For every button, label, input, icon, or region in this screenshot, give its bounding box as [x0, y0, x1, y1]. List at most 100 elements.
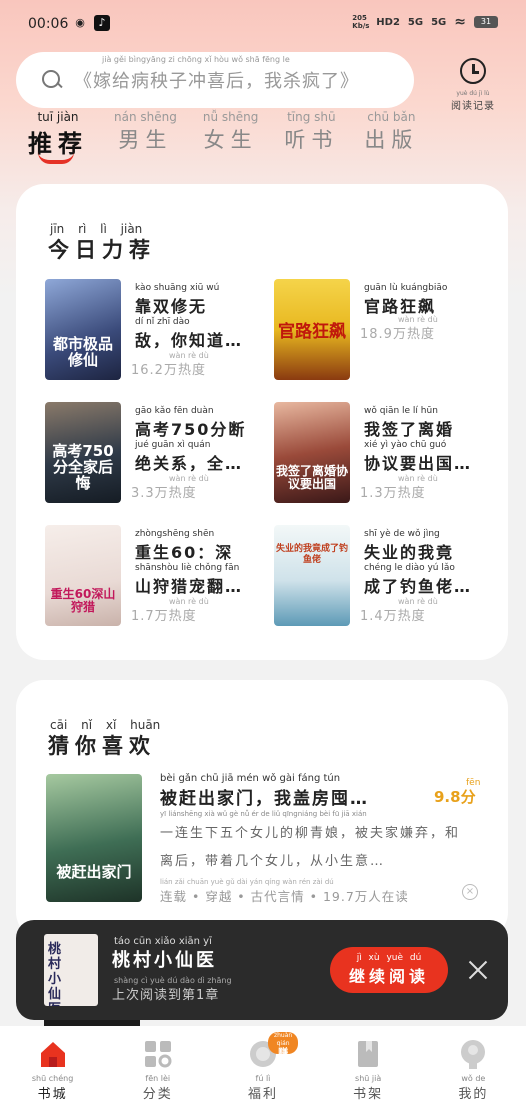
- book-title-pinyin: shānshòu liè chǒng fān: [135, 563, 240, 573]
- cover-title: 高考750分全家后悔: [52, 442, 114, 492]
- book-title: 重生60：深: [135, 543, 234, 562]
- tab-label: 女生: [203, 128, 258, 152]
- battery-icon: 31: [474, 16, 498, 28]
- book-heat: 3.3万热度: [131, 486, 197, 501]
- button-pinyin: jì xù yuè dú: [356, 953, 422, 963]
- close-icon[interactable]: [464, 956, 492, 984]
- profile-icon: [457, 1038, 489, 1070]
- cover-title: 官路狂飙: [278, 322, 346, 342]
- search-icon: [40, 68, 64, 92]
- search-placeholder: 《嫁给病秧子冲喜后，我杀疯了》: [74, 71, 359, 92]
- book-title: 失业的我竟: [364, 543, 455, 562]
- tiktok-icon: ♪: [94, 15, 110, 31]
- cover-title: 都市极品修仙: [52, 335, 113, 369]
- tab-pinyin: chū bǎn: [367, 110, 416, 124]
- book-item[interactable]: 都市极品修仙 kào shuāng xiū wú 靠双修无 dí nǐ zhī …: [45, 279, 265, 381]
- earn-money-badge[interactable]: zhuàn qián 赚钱: [267, 1032, 299, 1071]
- book-title: 山狩猎宠翻…: [135, 577, 244, 596]
- nav-pinyin: wǒ de: [461, 1074, 486, 1083]
- book-cover: 桃村小仙医: [44, 934, 98, 1006]
- book-title-pinyin: bèi gǎn chū jiā mén wǒ gài fáng tún: [160, 773, 341, 784]
- book-title-pinyin: jué guān xì quán: [135, 440, 211, 450]
- tab-pinyin: tuī jiàn: [37, 110, 79, 124]
- status-bar: 00:06 ◉ ♪ 205 Kb/s HD2 5G 5G ≈ 31: [0, 0, 526, 48]
- nav-pinyin: fēn lèi: [145, 1074, 171, 1083]
- nav-label: 我的: [458, 1087, 489, 1102]
- nav-label: 福利: [247, 1087, 278, 1102]
- book-title: 成了钓鱼佬…: [364, 577, 473, 596]
- book-item[interactable]: 高考750分全家后悔 gāo kǎo fēn duàn 高考750分断 jué …: [45, 402, 265, 504]
- nav-profile[interactable]: wǒ de 我的: [438, 1026, 508, 1107]
- book-title-pinyin: zhòngshēng shēn: [135, 529, 215, 539]
- book-item[interactable]: 我签了离婚协议要出国 wǒ qiān le lí hūn 我签了离婚 xié y…: [274, 402, 494, 504]
- book-heat: 1.3万热度: [360, 486, 426, 501]
- history-pinyin: yuè dú jì lù: [456, 90, 490, 97]
- book-title: 高考750分断: [135, 420, 247, 439]
- nav-welfare[interactable]: zhuàn qián 赚钱 fú lì 福利: [228, 1026, 299, 1107]
- book-cover: 高考750分全家后悔: [45, 402, 121, 503]
- nav-category[interactable]: fēn lèi 分类: [123, 1026, 193, 1107]
- cover-title: 失业的我竟成了钓鱼佬: [276, 544, 349, 565]
- book-title-pinyin: kào shuāng xiū wú: [135, 283, 220, 293]
- status-time: 00:06: [28, 16, 69, 32]
- continue-reading-bar[interactable]: 桃村小仙医 táo cūn xiǎo xiān yī 桃村小仙医 shàng c…: [16, 920, 508, 1020]
- cover-title: 重生60深山狩猎: [50, 587, 116, 614]
- book-title-pinyin: xié yì yào chū guó: [364, 440, 447, 450]
- nav-label: 分类: [142, 1087, 173, 1102]
- tab-publish[interactable]: chū bǎn 出版: [364, 110, 418, 159]
- house-icon: [37, 1038, 69, 1070]
- book-description-pinyin: yī liánshēng xià wǔ gè nǚ ér de liǔ qīng…: [160, 810, 367, 818]
- nav-pinyin: fú lì: [255, 1074, 271, 1083]
- book-item[interactable]: 官路狂飙 guān lù kuángbiāo 官路狂飙 wàn rè dù 18…: [274, 279, 494, 381]
- book-cover: 失业的我竟成了钓鱼佬: [274, 525, 350, 626]
- bottom-navigation: shū chéng 书城 fēn lèi 分类 zhuàn qián 赚钱 fú…: [0, 1026, 526, 1107]
- book-title-pinyin: guān lù kuángbiāo: [364, 283, 448, 293]
- book-description: 一连生下五个女儿的柳青娘，被夫家嫌弃，和离后，带着几个女儿，从小生意…: [160, 826, 461, 869]
- cover-title: 桃村小仙医: [48, 942, 62, 1006]
- signal-1: 5G: [407, 16, 424, 28]
- tab-label: 男生: [118, 128, 173, 152]
- badge-label: 赚钱: [278, 1048, 289, 1071]
- guess-you-like-card: cāi nǐ xǐ huān 猜你喜欢 被赶出家门 bèi gǎn chū ji…: [16, 680, 508, 940]
- book-cover[interactable]: 被赶出家门: [46, 774, 142, 902]
- network-speed: 205 Kb/s: [352, 14, 370, 30]
- tab-female[interactable]: nǚ shēng 女生: [203, 110, 259, 159]
- cover-title: 被赶出家门: [56, 863, 132, 881]
- continue-reading-button[interactable]: jì xù yuè dú 继续阅读: [330, 947, 448, 993]
- book-meta: 连载 • 穿越 • 古代言情 • 19.7万人在读: [160, 889, 409, 904]
- book-heat: 18.9万热度: [360, 327, 435, 342]
- book-heat: 1.4万热度: [360, 609, 426, 624]
- book-title: 官路狂飙: [364, 297, 437, 316]
- badge-pinyin: zhuàn qián: [273, 1032, 293, 1047]
- book-title-pinyin: chéng le diào yú lǎo: [364, 563, 455, 573]
- today-recommend-card: jīn rì lì jiàn 今日力荐 都市极品修仙 kào shuāng xi…: [16, 184, 508, 660]
- bookshelf-icon: [352, 1038, 384, 1070]
- tab-male[interactable]: nán shēng 男生: [114, 110, 177, 159]
- wifi-icon: ≈: [454, 14, 466, 30]
- reading-history-button[interactable]: yuè dú jì lù 阅读记录: [440, 58, 506, 112]
- history-label: 阅读记录: [451, 101, 495, 112]
- book-cover: 都市极品修仙: [45, 279, 121, 380]
- section-title: 今日力荐: [48, 238, 156, 262]
- search-placeholder-pinyin: jià gěi bìngyāng zi chōng xǐ hòu wǒ shā …: [102, 55, 290, 64]
- clock-icon: [460, 58, 486, 84]
- category-icon: [142, 1038, 174, 1070]
- category-tabs: tuī jiàn 推荐 nán shēng 男生 nǚ shēng 女生 tīn…: [28, 110, 418, 159]
- book-title: 敌，你知道…: [135, 331, 244, 350]
- search-input[interactable]: jià gěi bìngyāng zi chōng xǐ hòu wǒ shā …: [16, 52, 414, 108]
- nav-pinyin: shū chéng: [31, 1074, 74, 1083]
- nav-bookshelf[interactable]: shū jià 书架: [333, 1026, 403, 1107]
- book-item[interactable]: 失业的我竟成了钓鱼佬 shī yè de wǒ jìng 失业的我竟 chéng…: [274, 525, 494, 627]
- tab-audiobook[interactable]: tīng shū 听书: [284, 110, 338, 159]
- book-title[interactable]: 被赶出家门，我盖房囤…: [160, 784, 369, 809]
- wechat-icon: ◉: [75, 16, 85, 29]
- hd-indicator: HD2: [376, 16, 400, 28]
- nav-pinyin: shū jià: [355, 1074, 382, 1083]
- book-title: 我签了离婚: [364, 420, 455, 439]
- dismiss-icon[interactable]: ×: [462, 884, 478, 900]
- book-item[interactable]: 重生60深山狩猎 zhòngshēng shēn 重生60：深 shānshòu…: [45, 525, 265, 627]
- book-title-pinyin: wǒ qiān le lí hūn: [364, 406, 438, 416]
- nav-bookstore[interactable]: shū chéng 书城: [18, 1026, 88, 1107]
- book-title-pinyin: dí nǐ zhī dào: [135, 317, 190, 327]
- tab-pinyin: tīng shū: [287, 110, 336, 124]
